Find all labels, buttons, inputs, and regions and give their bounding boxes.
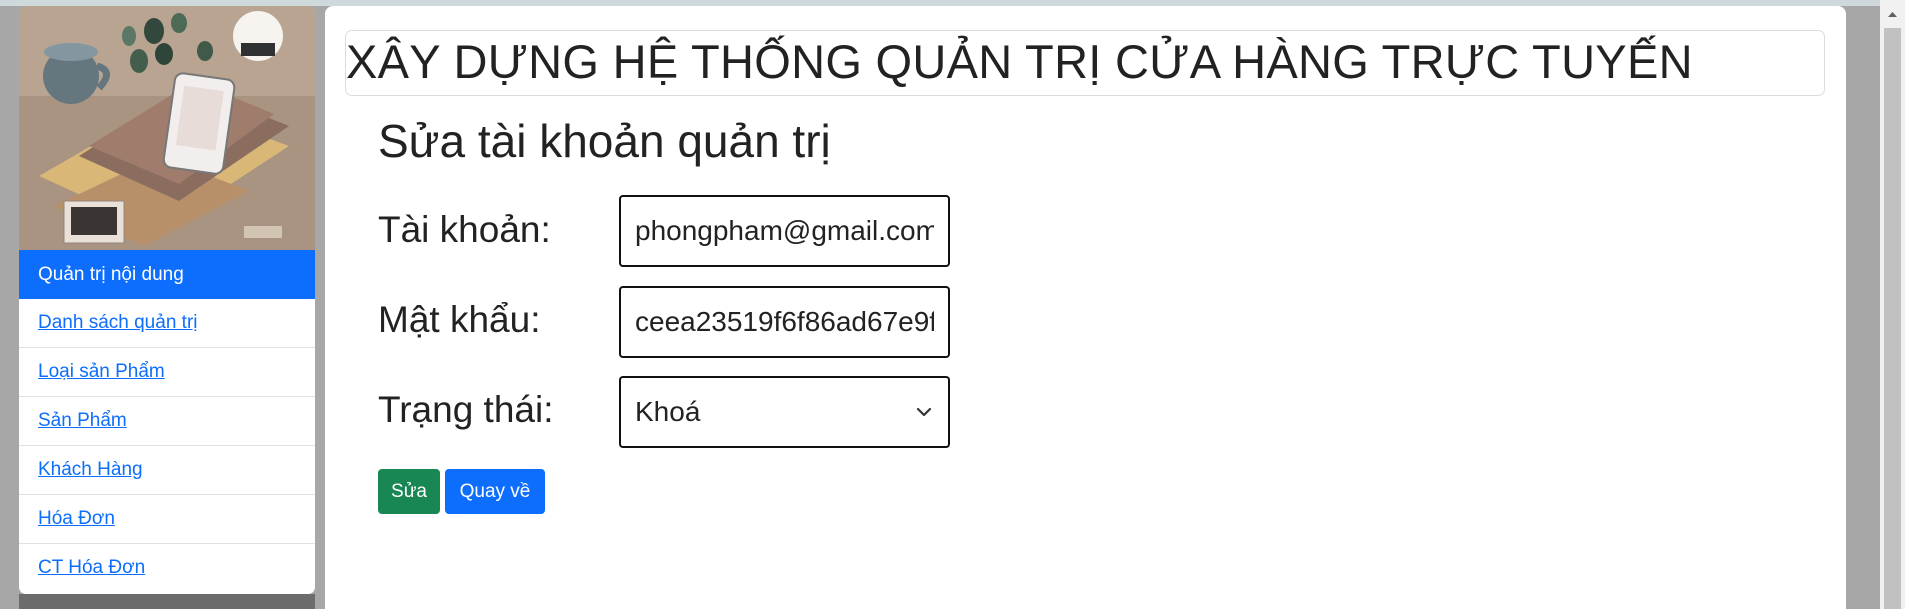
sidebar-item-invoice-details[interactable]: CT Hóa Đơn (19, 544, 315, 592)
banner-illustration (19, 6, 315, 250)
chevron-down-icon (916, 407, 932, 417)
sidebar-item-invoices[interactable]: Hóa Đơn (19, 495, 315, 544)
back-button[interactable]: Quay về (445, 469, 545, 514)
page-title: XÂY DỰNG HỆ THỐNG QUẢN TRỊ CỬA HÀNG TRỰC… (346, 35, 1693, 88)
sidebar: Quản trị nội dung Danh sách quản trị Loạ… (19, 6, 315, 594)
password-input[interactable] (619, 286, 950, 358)
password-label: Mật khẩu: (378, 299, 541, 340)
invoices-link[interactable]: Hóa Đơn (38, 508, 115, 529)
admin-list-link[interactable]: Danh sách quản trị (38, 312, 198, 333)
sidebar-item-products[interactable]: Sản Phẩm (19, 397, 315, 446)
sidebar-item-product-types[interactable]: Loại sản Phẩm (19, 348, 315, 397)
page-header: XÂY DỰNG HỆ THỐNG QUẢN TRỊ CỬA HÀNG TRỰC… (345, 30, 1825, 96)
sidebar-item-customers[interactable]: Khách Hàng (19, 446, 315, 495)
product-types-link[interactable]: Loại sản Phẩm (38, 361, 165, 382)
customers-link[interactable]: Khách Hàng (38, 459, 143, 480)
sidebar-footer-shadow (19, 594, 315, 609)
account-input[interactable] (619, 195, 950, 267)
sidebar-header-content-admin: Quản trị nội dung (19, 250, 315, 299)
main-content: XÂY DỰNG HỆ THỐNG QUẢN TRỊ CỬA HÀNG TRỰC… (325, 6, 1846, 609)
status-select[interactable]: Khoá (619, 376, 950, 448)
status-selected-value: Khoá (635, 396, 701, 427)
status-label: Trạng thái: (378, 389, 554, 430)
form-title: Sửa tài khoản quản trị (378, 115, 831, 167)
invoice-details-link[interactable]: CT Hóa Đơn (38, 557, 145, 578)
edit-button[interactable]: Sửa (378, 469, 440, 514)
account-label: Tài khoản: (378, 209, 551, 250)
sidebar-item-admin-list[interactable]: Danh sách quản trị (19, 299, 315, 348)
scroll-up-arrow-icon[interactable] (1886, 8, 1899, 21)
products-link[interactable]: Sản Phẩm (38, 410, 127, 431)
scrollbar-thumb[interactable] (1884, 28, 1901, 609)
